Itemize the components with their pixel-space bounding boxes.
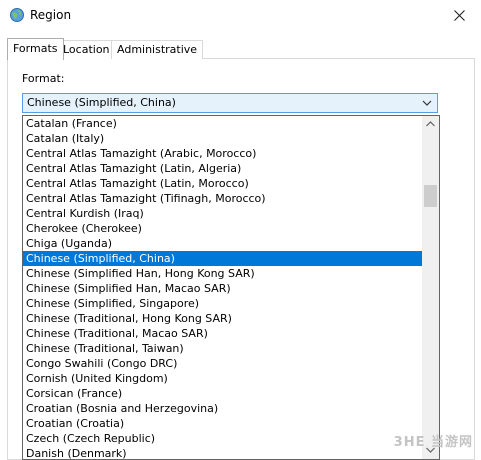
list-item[interactable]: Central Atlas Tamazight (Latin, Algeria) — [23, 161, 422, 176]
close-icon — [453, 6, 465, 25]
tab-location[interactable]: Location — [57, 40, 116, 59]
scroll-up-button[interactable] — [422, 116, 439, 133]
list-item[interactable]: Cherokee (Cherokee) — [23, 221, 422, 236]
format-selected-value: Chinese (Simplified, China) — [27, 96, 176, 109]
window-title: Region — [30, 8, 72, 22]
format-dropdown-list[interactable]: Catalan (France) Catalan (Italy) Central A… — [22, 115, 440, 460]
list-item[interactable]: Chinese (Simplified Han, Hong Kong SAR) — [23, 266, 422, 281]
format-label: Format: — [22, 72, 65, 85]
list-item[interactable]: Chiga (Uganda) — [23, 236, 422, 251]
list-item[interactable]: Congo Swahili (Congo DRC) — [23, 356, 422, 371]
list-item[interactable]: Catalan (France) — [23, 116, 422, 131]
list-item[interactable]: Chinese (Traditional, Taiwan) — [23, 341, 422, 356]
list-item[interactable]: Chinese (Traditional, Macao SAR) — [23, 326, 422, 341]
list-item[interactable]: Cornish (United Kingdom) — [23, 371, 422, 386]
list-item[interactable]: Central Atlas Tamazight (Arabic, Morocco… — [23, 146, 422, 161]
list-item[interactable]: Danish (Denmark) — [23, 446, 422, 459]
tab-formats[interactable]: Formats — [7, 38, 64, 60]
close-button[interactable] — [437, 0, 481, 30]
list-item[interactable]: Central Atlas Tamazight (Tifinagh, Moroc… — [23, 191, 422, 206]
list-item[interactable]: Central Atlas Tamazight (Latin, Morocco) — [23, 176, 422, 191]
list-item[interactable]: Chinese (Simplified Han, Macao SAR) — [23, 281, 422, 296]
list-item[interactable]: Czech (Czech Republic) — [23, 431, 422, 446]
vertical-scrollbar[interactable] — [422, 116, 439, 459]
list-item[interactable]: Croatian (Bosnia and Herzegovina) — [23, 401, 422, 416]
watermark-logo: 3HE 当游网 — [393, 435, 473, 450]
list-item[interactable]: Catalan (Italy) — [23, 131, 422, 146]
scroll-thumb[interactable] — [424, 185, 437, 207]
dropdown-items: Catalan (France) Catalan (Italy) Central A… — [23, 116, 422, 459]
list-item[interactable]: Central Kurdish (Iraq) — [23, 206, 422, 221]
chevron-down-icon — [422, 98, 432, 108]
tab-administrative[interactable]: Administrative — [111, 40, 204, 59]
format-combobox[interactable]: Chinese (Simplified, China) — [22, 93, 438, 113]
region-globe-icon — [9, 7, 25, 23]
list-item[interactable]: Corsican (France) — [23, 386, 422, 401]
title-bar: Region — [0, 0, 481, 32]
list-item[interactable]: Croatian (Croatia) — [23, 416, 422, 431]
list-item[interactable]: Chinese (Simplified, Singapore) — [23, 296, 422, 311]
list-item[interactable]: Chinese (Simplified, China) — [23, 251, 422, 266]
list-item[interactable]: Chinese (Traditional, Hong Kong SAR) — [23, 311, 422, 326]
